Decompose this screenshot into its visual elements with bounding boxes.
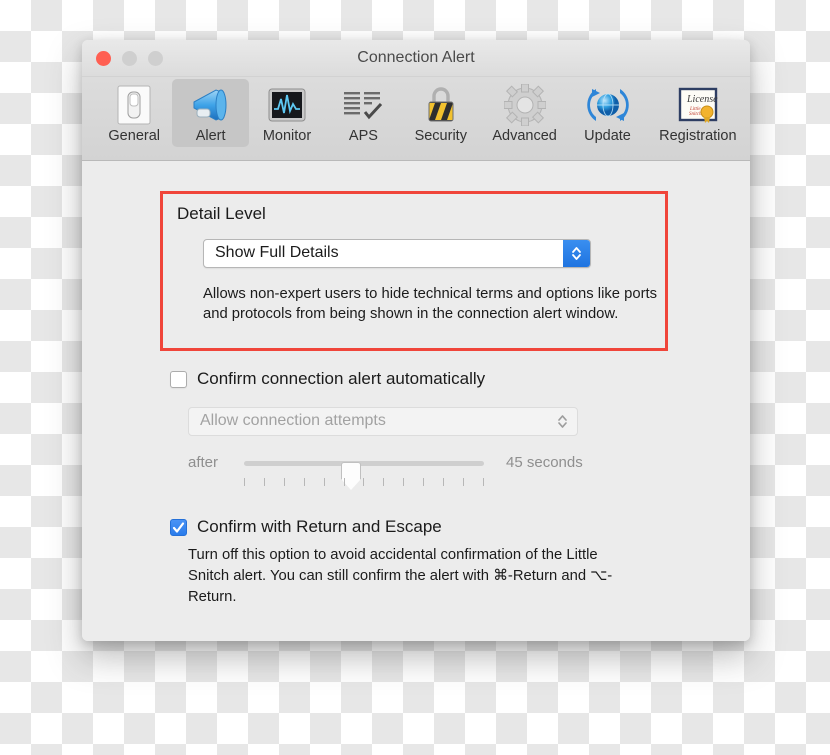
svg-text:Snitch: Snitch: [689, 112, 702, 117]
slider-tick: [343, 478, 345, 486]
waveform-monitor-icon: [251, 83, 323, 127]
slider-tick: [443, 478, 445, 486]
padlock-icon: [404, 83, 478, 127]
globe-refresh-icon: [571, 83, 643, 127]
toolbar-item-monitor[interactable]: Monitor: [249, 79, 325, 147]
window-title: Connection Alert: [357, 49, 475, 66]
detail-level-selected-value: Show Full Details: [215, 244, 339, 261]
toolbar-label-aps: APS: [348, 128, 378, 144]
slider-value-label: 45 seconds: [506, 454, 583, 471]
chevron-up-down-icon-disabled: [556, 412, 569, 431]
toolbar-label-advanced: Advanced: [492, 128, 557, 144]
toolbar-item-alert[interactable]: Alert: [172, 79, 249, 147]
toolbar-label-update: Update: [584, 128, 631, 144]
slider-tick: [303, 478, 305, 486]
megaphone-icon: [174, 83, 246, 127]
confirm-keys-checkbox-row[interactable]: Confirm with Return and Escape: [170, 517, 442, 537]
confirm-keys-label: Confirm with Return and Escape: [197, 517, 442, 536]
slider-tick: [423, 478, 425, 486]
auto-action-selected-value: Allow connection attempts: [200, 412, 386, 429]
gear-icon: [482, 83, 567, 127]
slider-tick: [323, 478, 325, 486]
toolbar-item-advanced[interactable]: Advanced: [480, 79, 569, 147]
detail-level-title: Detail Level: [177, 204, 266, 223]
toolbar-label-monitor: Monitor: [262, 128, 312, 144]
slider-tick: [482, 478, 484, 486]
slider-tick: [363, 478, 365, 486]
confirm-auto-label: Confirm connection alert automatically: [197, 369, 486, 388]
auto-delay-slider-row: after 45 seconds: [188, 450, 630, 496]
toolbar-label-general: General: [108, 128, 160, 144]
toolbar-item-security[interactable]: Security: [402, 79, 480, 147]
chevron-up-down-icon[interactable]: [563, 240, 590, 267]
license-certificate-icon: License Little Snitch: [648, 83, 748, 127]
detail-level-popup-button[interactable]: Show Full Details: [203, 239, 591, 268]
slider-prefix-label: after: [188, 454, 219, 471]
slider-tick-marks: [244, 478, 484, 486]
confirm-auto-checkbox-row[interactable]: Confirm connection alert automatically: [170, 369, 485, 389]
preferences-toolbar: General Alert Monitor APS Security Advan…: [82, 77, 750, 161]
toolbar-label-alert: Alert: [195, 128, 226, 144]
slider-tick: [283, 478, 285, 486]
slider-tick: [383, 478, 385, 486]
alert-preferences-pane: Detail Level Show Full Details Allows no…: [82, 161, 750, 641]
toolbar-item-update[interactable]: Update: [569, 79, 645, 147]
window-titlebar: Connection Alert: [82, 40, 750, 77]
toolbar-item-aps[interactable]: APS: [325, 79, 401, 147]
confirm-keys-description: Turn off this option to avoid accidental…: [188, 547, 613, 605]
detail-level-highlight-box: Detail Level Show Full Details Allows no…: [160, 191, 668, 351]
slider-track[interactable]: [244, 461, 484, 490]
toggle-switch-icon: [98, 83, 170, 127]
checklist-icon: [327, 83, 399, 127]
confirm-keys-checkbox[interactable]: [170, 519, 187, 536]
preferences-window: Connection Alert General Alert Monitor A…: [82, 40, 750, 641]
detail-level-description: Allows non-expert users to hide technica…: [203, 286, 658, 322]
auto-action-popup-button: Allow connection attempts: [188, 407, 578, 436]
slider-tick: [263, 478, 265, 486]
toolbar-item-general[interactable]: General: [96, 79, 172, 147]
slider-tick: [403, 478, 405, 486]
svg-text:License: License: [686, 94, 718, 105]
toolbar-item-registration[interactable]: License Little Snitch Registration: [646, 79, 750, 147]
confirm-auto-checkbox[interactable]: [170, 371, 187, 388]
slider-tick: [462, 478, 464, 486]
toolbar-label-security: Security: [414, 128, 467, 144]
toolbar-label-registration: Registration: [659, 128, 737, 144]
slider-tick: [244, 478, 245, 486]
